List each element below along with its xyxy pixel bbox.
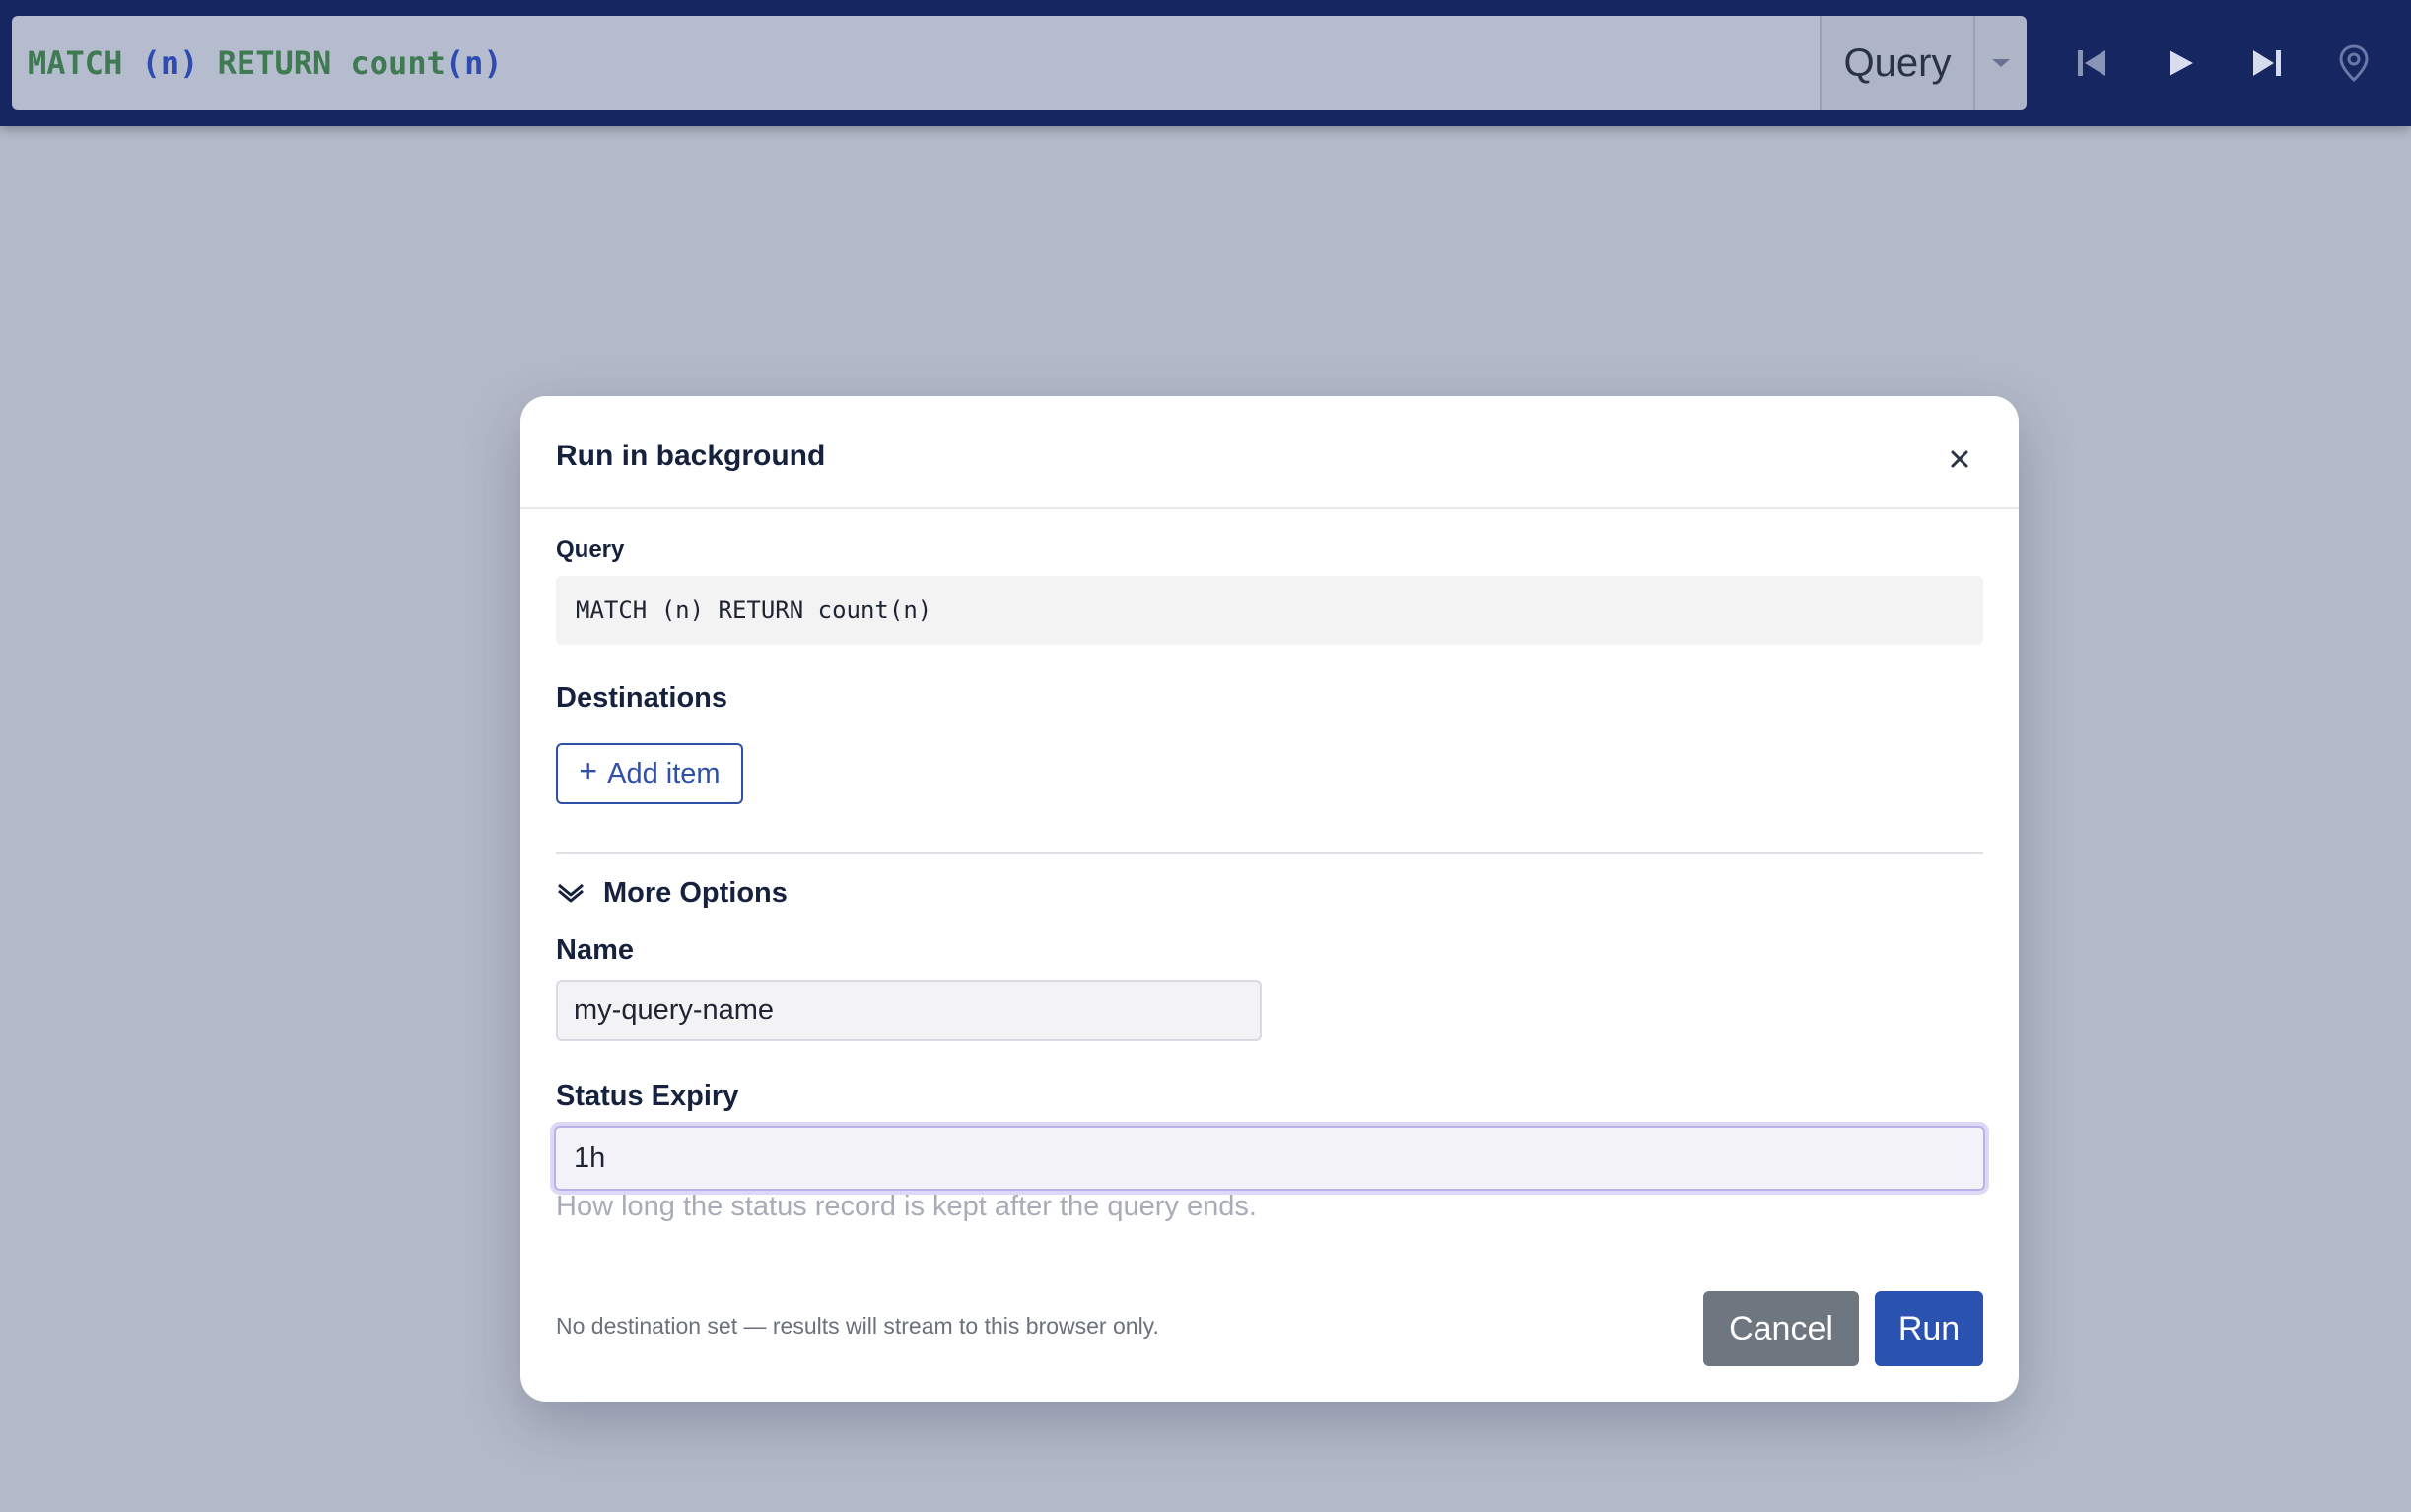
name-label: Name [556,934,634,966]
footer-note: No destination set — results will stream… [556,1313,1159,1339]
add-item-label: Add item [607,757,721,790]
query-function: count [350,44,446,82]
plus-icon: + [579,752,598,789]
dialog-title: Run in background [556,440,826,472]
query-paren: (n) [141,44,199,82]
query-keyword: MATCH [28,44,123,82]
name-input[interactable] [556,980,1262,1041]
double-chevron-down-icon [558,883,584,903]
run-in-background-dialog: Run in background Query MATCH (n) RETURN… [520,396,2019,1402]
more-options-label: More Options [603,876,788,909]
query-button[interactable]: Query [1820,16,1973,110]
query-editor[interactable]: MATCH (n) RETURN count (n) [12,16,1820,110]
status-expiry-hint: How long the status record is kept after… [556,1191,1257,1222]
run-button[interactable]: Run [1875,1291,1983,1366]
top-toolbar: MATCH (n) RETURN count (n) Query [0,0,2411,126]
query-preview: MATCH (n) RETURN count(n) [556,576,1983,645]
add-item-button[interactable]: + Add item [556,743,743,804]
query-options-dropdown[interactable] [1973,16,2027,110]
cancel-button[interactable]: Cancel [1703,1291,1859,1366]
status-expiry-input[interactable] [554,1126,1985,1191]
location-pin-icon[interactable] [2326,35,2381,91]
destinations-label: Destinations [556,682,728,714]
chevron-down-icon [1992,59,2010,67]
skip-back-icon[interactable] [2064,35,2119,91]
divider [556,852,1983,854]
close-button[interactable] [1940,440,1979,479]
play-icon[interactable] [2153,35,2208,91]
query-keyword: RETURN [217,44,332,82]
dialog-header: Run in background [520,396,2019,509]
query-paren: (n) [445,44,503,82]
query-label: Query [556,536,625,563]
status-expiry-label: Status Expiry [556,1080,739,1112]
more-options-toggle[interactable]: More Options [556,873,788,913]
skip-forward-icon[interactable] [2239,35,2295,91]
close-icon [1951,450,1968,468]
